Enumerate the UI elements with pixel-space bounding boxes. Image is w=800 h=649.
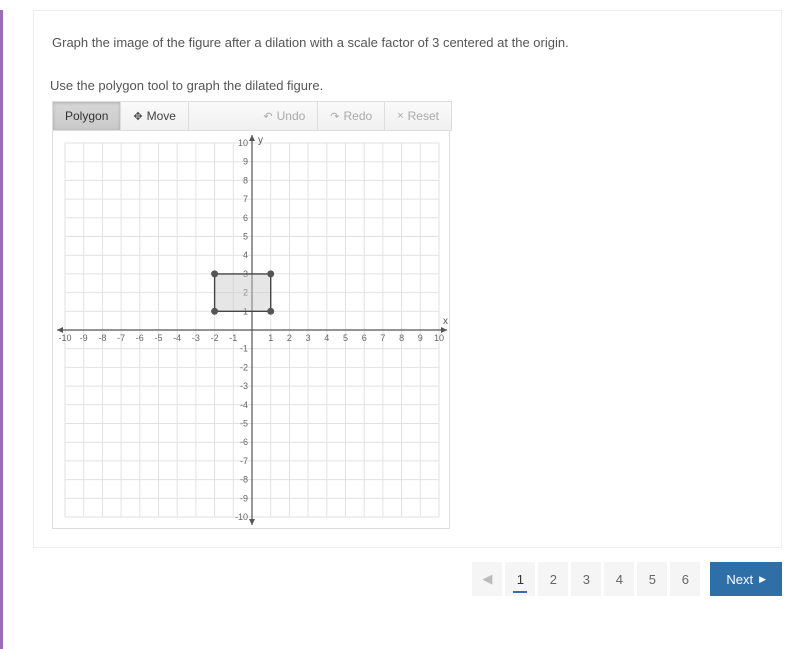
next-button[interactable]: Next ▶ [710,562,782,596]
vertex-point[interactable] [267,308,274,315]
svg-text:-7: -7 [240,456,248,466]
redo-button[interactable]: ↷ Redo [318,102,385,130]
svg-text:-3: -3 [192,333,200,343]
svg-text:10: 10 [238,138,248,148]
svg-text:9: 9 [243,157,248,167]
coordinate-plane[interactable]: -10 -9 -8 -7 -6 -5 -4 -3 -2 -1 1 2 3 4 5 6 7 8 9 10 -10 -9 -8 -… [52,131,450,529]
page-button-4[interactable]: 4 [604,562,634,596]
svg-text:-2: -2 [211,333,219,343]
reset-label: Reset [408,109,439,123]
vertex-point[interactable] [267,270,274,277]
undo-button[interactable]: ↶ Undo [251,102,318,130]
svg-text:5: 5 [343,333,348,343]
svg-text:-1: -1 [229,333,237,343]
question-panel: Graph the image of the figure after a di… [33,10,782,548]
redo-label: Redo [344,109,373,123]
svg-text:6: 6 [243,213,248,223]
svg-text:8: 8 [399,333,404,343]
move-label: Move [147,109,176,123]
vertex-point[interactable] [211,270,218,277]
page-button-2[interactable]: 2 [538,562,568,596]
polygon-label: Polygon [65,109,108,123]
vertex-point[interactable] [211,308,218,315]
reset-button[interactable]: × Reset [385,102,451,130]
svg-text:-4: -4 [240,400,248,410]
pager: ◀ 123456 [472,562,700,596]
svg-text:4: 4 [243,250,248,260]
svg-text:-5: -5 [240,419,248,429]
svg-text:-7: -7 [117,333,125,343]
move-tool-button[interactable]: ✥ Move [121,102,189,130]
move-icon: ✥ [133,110,142,123]
svg-text:-8: -8 [240,475,248,485]
footer-nav: ◀ 123456 Next ▶ [5,562,782,596]
page-button-6[interactable]: 6 [670,562,700,596]
instruction-text: Use the polygon tool to graph the dilate… [50,78,763,93]
svg-text:-6: -6 [136,333,144,343]
svg-text:2: 2 [287,333,292,343]
page-button-5[interactable]: 5 [637,562,667,596]
svg-text:y: y [258,135,263,146]
svg-text:4: 4 [324,333,329,343]
reset-icon: × [397,110,403,122]
svg-text:-10: -10 [58,333,71,343]
polygon-tool-button[interactable]: Polygon [53,102,121,130]
svg-text:5: 5 [243,232,248,242]
svg-text:-1: -1 [240,344,248,354]
undo-icon: ↶ [263,110,272,123]
svg-text:10: 10 [434,333,444,343]
svg-text:-9: -9 [80,333,88,343]
undo-label: Undo [277,109,306,123]
svg-text:-5: -5 [154,333,162,343]
page-button-1[interactable]: 1 [505,562,535,596]
preimage-polygon[interactable] [215,274,271,311]
svg-text:-6: -6 [240,437,248,447]
page-button-3[interactable]: 3 [571,562,601,596]
svg-text:8: 8 [243,175,248,185]
svg-text:-3: -3 [240,381,248,391]
svg-text:1: 1 [268,333,273,343]
graph-toolbar: Polygon ✥ Move ↶ Undo ↷ Redo × Reset [52,101,452,131]
svg-text:7: 7 [380,333,385,343]
svg-text:-10: -10 [235,512,248,522]
svg-text:9: 9 [418,333,423,343]
redo-icon: ↷ [330,110,339,123]
svg-text:-4: -4 [173,333,181,343]
graph-tool: Polygon ✥ Move ↶ Undo ↷ Redo × Reset [52,101,452,529]
prev-page-button[interactable]: ◀ [472,562,502,596]
next-icon: ▶ [759,574,766,585]
svg-text:-2: -2 [240,362,248,372]
svg-text:6: 6 [362,333,367,343]
svg-text:-8: -8 [98,333,106,343]
svg-text:7: 7 [243,194,248,204]
svg-text:3: 3 [306,333,311,343]
svg-text:x: x [443,316,448,327]
question-text: Graph the image of the figure after a di… [52,35,763,50]
svg-text:-9: -9 [240,493,248,503]
next-label: Next [726,572,753,587]
